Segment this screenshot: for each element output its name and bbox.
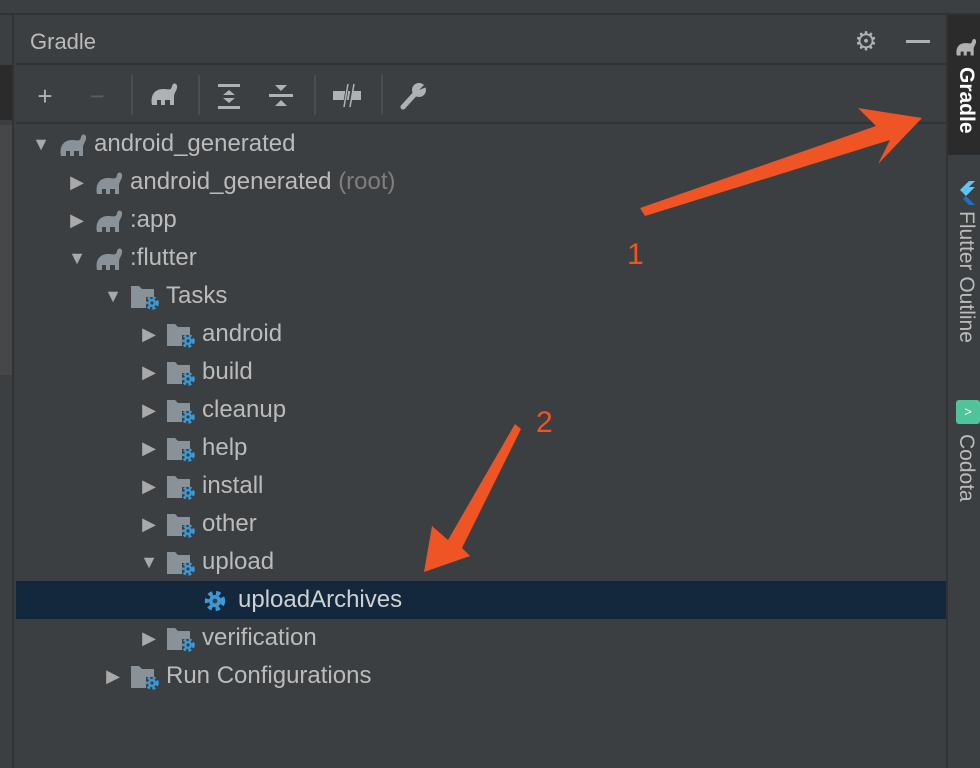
annotation-label-2: 2 — [536, 406, 553, 439]
annotation-arrow-1 — [640, 108, 922, 216]
annotation-label-1: 1 — [627, 238, 644, 271]
annotation-arrow-2 — [424, 424, 521, 572]
annotation-arrows — [424, 108, 922, 572]
